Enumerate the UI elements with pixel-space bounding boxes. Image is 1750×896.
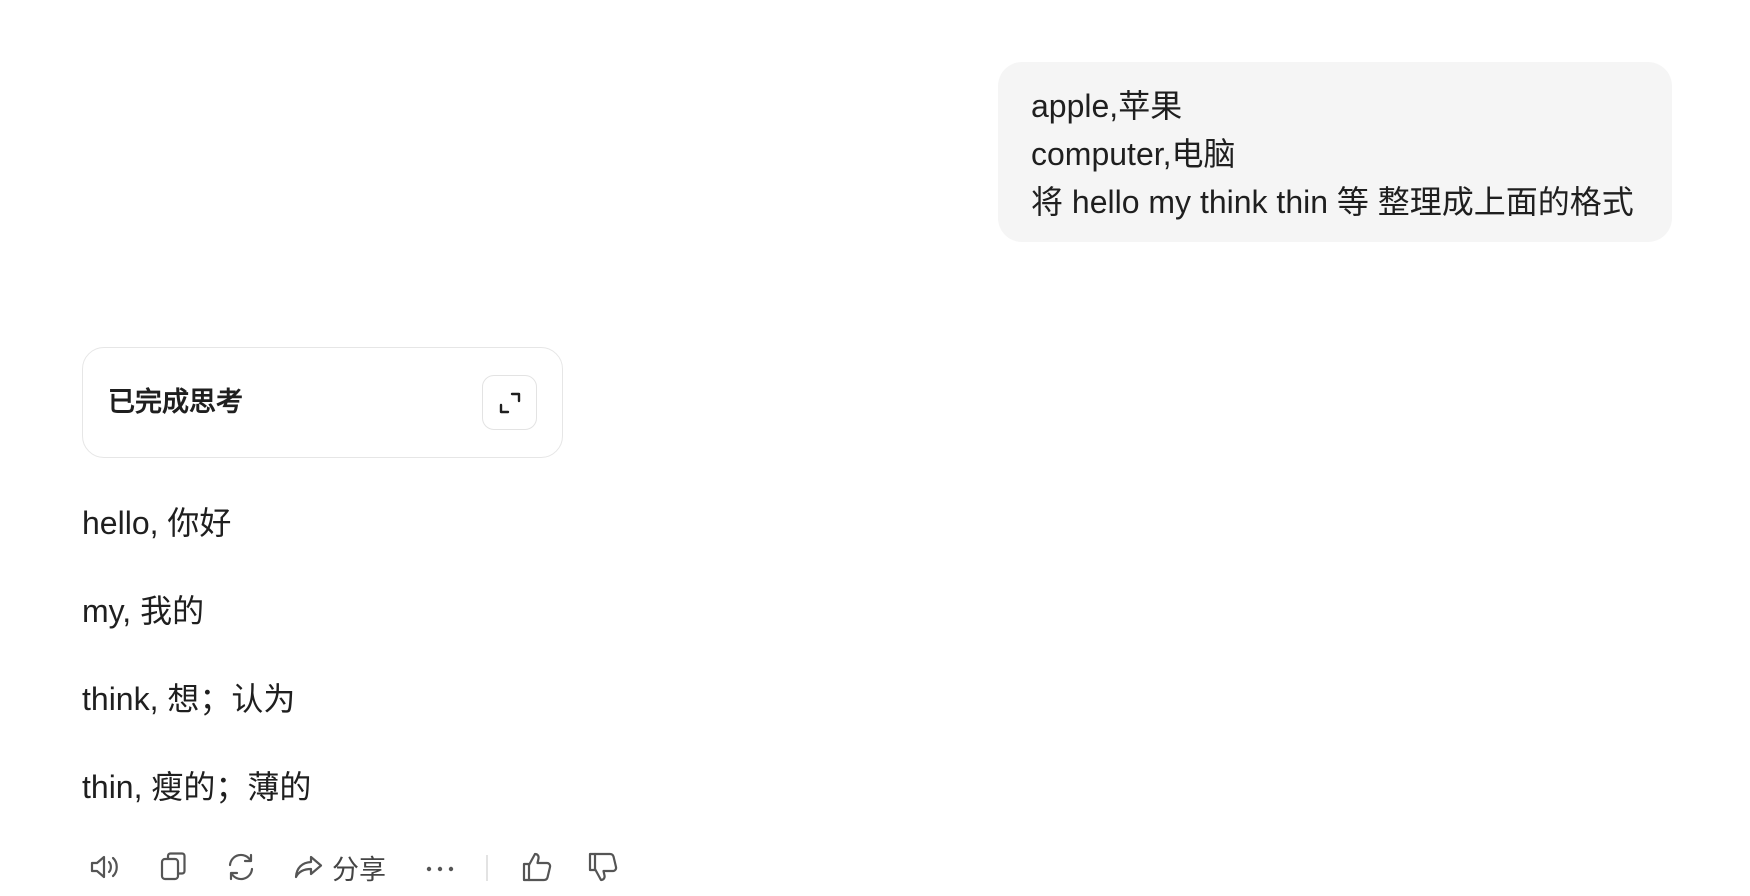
read-aloud-button[interactable] [88, 843, 122, 891]
more-button[interactable] [424, 843, 456, 891]
user-message-line: apple,苹果 [1031, 88, 1183, 124]
answer-line: my, 我的 [82, 593, 205, 629]
dislike-button[interactable] [586, 843, 620, 891]
thinking-status-label: 已完成思考 [108, 387, 243, 417]
message-action-bar: 分享 [82, 843, 782, 891]
refresh-icon [228, 853, 254, 881]
share-button[interactable]: 分享 [292, 843, 386, 891]
answer-line: think, 想；认为 [82, 681, 296, 717]
regenerate-button[interactable] [224, 843, 258, 891]
thumbs-down-icon [588, 852, 618, 882]
expand-icon [499, 392, 520, 413]
speaker-icon [90, 855, 118, 879]
more-icon [426, 866, 454, 872]
copy-button[interactable] [158, 843, 190, 891]
user-message-line: computer,电脑 [1031, 136, 1236, 172]
share-icon [294, 855, 323, 879]
copy-icon [160, 852, 186, 881]
like-button[interactable] [520, 843, 554, 891]
thumbs-up-icon [522, 852, 552, 882]
user-message-bubble: apple,苹果 computer,电脑 将 hello my think th… [998, 62, 1672, 242]
thinking-card[interactable]: 已完成思考 [82, 347, 563, 458]
action-divider [486, 855, 488, 881]
answer-line: hello, 你好 [82, 505, 232, 541]
assistant-answer: hello, 你好 my, 我的 think, 想；认为 thin, 瘦的；薄的 [82, 497, 982, 849]
answer-line: thin, 瘦的；薄的 [82, 769, 312, 805]
user-message-line: 将 hello my think thin 等 整理成上面的格式 [1031, 184, 1634, 220]
expand-button[interactable] [482, 375, 537, 430]
share-label: 分享 [332, 854, 386, 885]
